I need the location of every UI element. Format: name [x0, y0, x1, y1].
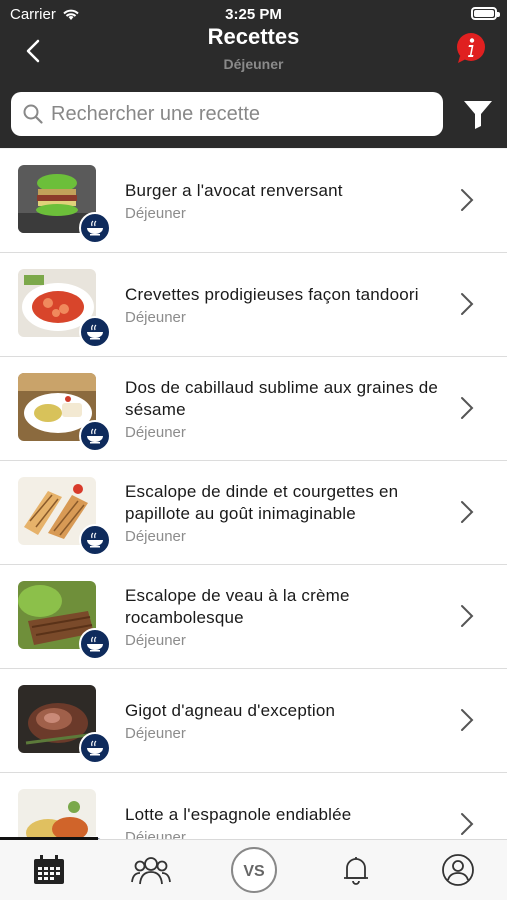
chevron-right-icon	[461, 709, 474, 731]
dish-icon	[87, 532, 103, 548]
info-icon	[457, 33, 485, 63]
recipe-list[interactable]: Burger a l'avocat renversant Déjeuner Cr…	[0, 149, 507, 839]
tab-calendar[interactable]	[29, 850, 69, 890]
meal-badge	[79, 628, 111, 660]
recipe-row[interactable]: Burger a l'avocat renversant Déjeuner	[0, 149, 507, 253]
recipe-name: Dos de cabillaud sublime aux graines de …	[125, 377, 439, 419]
recipe-row[interactable]: Escalope de dinde et courgettes en papil…	[0, 461, 507, 565]
meal-badge	[79, 316, 111, 348]
dish-icon	[87, 636, 103, 652]
chevron-right-icon	[461, 501, 474, 523]
tab-notifications[interactable]	[336, 850, 376, 890]
vs-logo-icon: VS	[231, 847, 277, 893]
recipe-name: Burger a l'avocat renversant	[125, 180, 343, 200]
filter-icon	[464, 101, 492, 129]
recipe-category: Déjeuner	[125, 631, 186, 649]
recipe-category: Déjeuner	[125, 724, 186, 742]
recipe-category: Déjeuner	[125, 527, 186, 545]
search-placeholder: Rechercher une recette	[51, 102, 261, 125]
recipe-category: Déjeuner	[125, 308, 186, 326]
page-subtitle: Déjeuner	[223, 56, 284, 72]
vs-logo-text: VS	[243, 863, 265, 880]
recipe-name: Escalope de dinde et courgettes en papil…	[125, 481, 399, 523]
chevron-right-icon	[461, 397, 474, 419]
chevron-right-icon	[461, 189, 474, 211]
meal-badge	[79, 732, 111, 764]
chevron-right-icon	[461, 813, 474, 835]
meal-badge	[79, 212, 111, 244]
search-icon	[23, 104, 43, 124]
recipe-row[interactable]: Crevettes prodigieuses façon tandoori Dé…	[0, 253, 507, 357]
filter-button[interactable]	[461, 96, 495, 132]
chevron-right-icon	[461, 293, 474, 315]
chevron-right-icon	[461, 605, 474, 627]
page-title: Recettes	[207, 24, 300, 49]
meal-badge	[79, 420, 111, 452]
dish-icon	[87, 740, 103, 756]
recipe-category: Déjeuner	[125, 828, 186, 840]
info-button[interactable]	[455, 32, 487, 64]
calendar-icon	[34, 855, 64, 884]
search-input[interactable]: Rechercher une recette	[11, 92, 443, 136]
recipe-category: Déjeuner	[125, 423, 186, 441]
group-icon	[131, 857, 171, 885]
recipe-row[interactable]: Lotte a l'espagnole endiablée Déjeuner	[0, 773, 507, 839]
battery-icon	[471, 7, 500, 20]
recipe-thumbnail	[18, 789, 96, 839]
meal-badge	[79, 524, 111, 556]
dish-icon	[87, 324, 103, 340]
tab-indicator	[0, 837, 98, 840]
nav-bar: Recettes Déjeuner	[0, 22, 507, 82]
recipe-name: Gigot d'agneau d'exception	[125, 700, 336, 720]
bell-icon	[344, 857, 368, 885]
dish-icon	[87, 220, 103, 236]
recipe-row[interactable]: Gigot d'agneau d'exception Déjeuner	[0, 669, 507, 773]
tab-community[interactable]	[131, 850, 171, 890]
recipe-name: Escalope de veau à la crème rocambolesqu…	[125, 585, 350, 627]
recipe-row[interactable]: Dos de cabillaud sublime aux graines de …	[0, 357, 507, 461]
recipe-name: Lotte a l'espagnole endiablée	[125, 804, 352, 824]
tab-bar: VS	[0, 837, 507, 900]
dish-icon	[87, 428, 103, 444]
clock: 3:25 PM	[225, 6, 282, 23]
tab-home[interactable]: VS	[230, 846, 278, 894]
recipe-row[interactable]: Escalope de veau à la crème rocambolesqu…	[0, 565, 507, 669]
profile-icon	[442, 854, 474, 886]
top-bar: Carrier 3:25 PM Recettes Déjeuner Recher…	[0, 0, 507, 148]
recipe-name: Crevettes prodigieuses façon tandoori	[125, 284, 419, 304]
tab-profile[interactable]	[438, 850, 478, 890]
recipe-category: Déjeuner	[125, 204, 186, 222]
